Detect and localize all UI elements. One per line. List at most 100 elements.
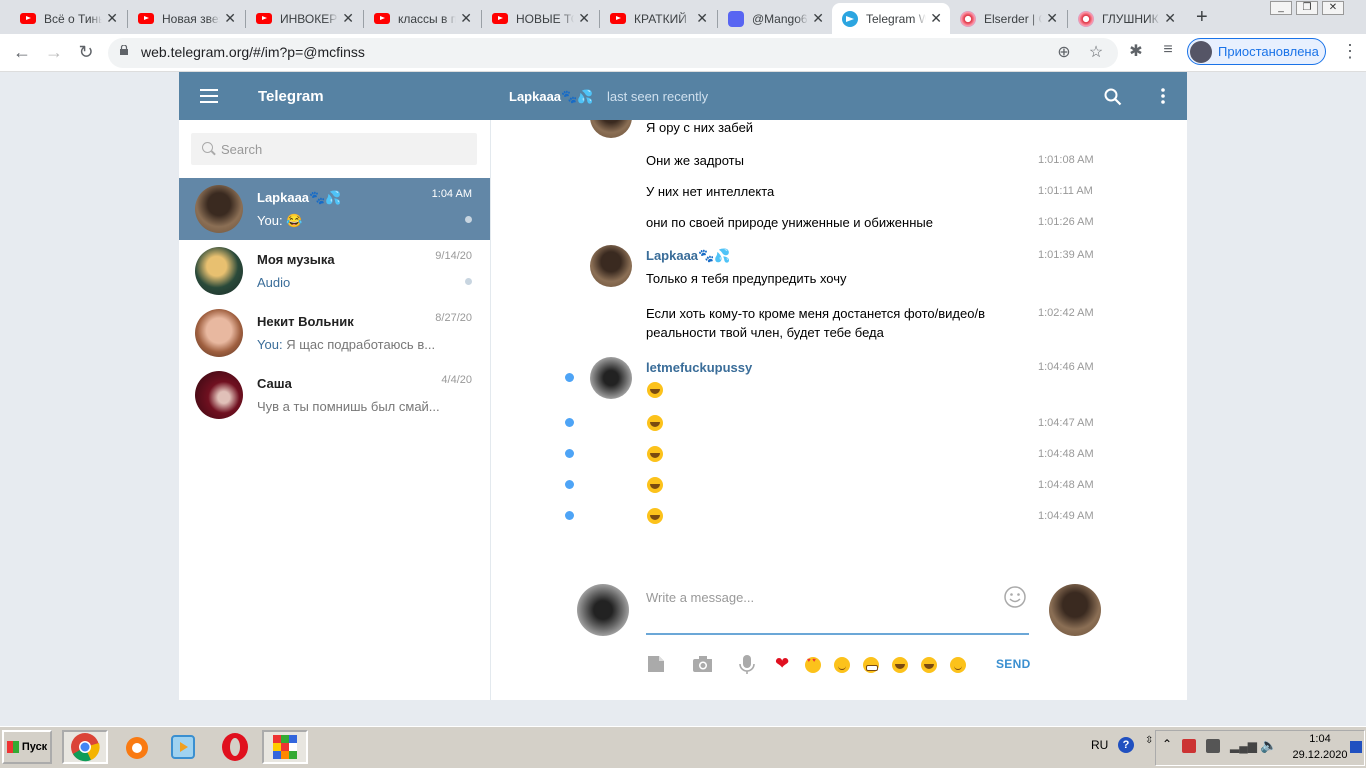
- dialog-item[interactable]: Lapkaaa🐾💦 1:04 AM You: 😂: [179, 178, 490, 240]
- kiss-emoji-button[interactable]: [834, 656, 850, 673]
- safely-remove-icon[interactable]: [1206, 739, 1220, 753]
- close-tab-icon[interactable]: ✕: [106, 10, 118, 27]
- avatar: [195, 185, 243, 233]
- notification-icon[interactable]: [1350, 741, 1362, 753]
- close-tab-icon[interactable]: ✕: [578, 10, 590, 27]
- message-time: 1:04:47 AM: [1038, 417, 1094, 429]
- laughing-emoji: [647, 445, 663, 462]
- microphone-icon[interactable]: [738, 654, 758, 674]
- close-tab-icon[interactable]: ✕: [1164, 10, 1176, 27]
- my-avatar[interactable]: [577, 584, 629, 636]
- close-tab-icon[interactable]: ✕: [1046, 10, 1058, 27]
- bookmark-star-icon[interactable]: ☆: [1084, 42, 1108, 62]
- chrome-taskbar-app[interactable]: [62, 730, 108, 764]
- close-tab-icon[interactable]: ✕: [460, 10, 472, 27]
- dialog-item[interactable]: Некит Вольник 8/27/20 You: Я щас подрабо…: [179, 302, 490, 364]
- minimize-button[interactable]: _: [1270, 1, 1292, 15]
- browser-tab[interactable]: Elserder | C ✕: [950, 3, 1066, 34]
- zoom-icon[interactable]: ⊕: [1052, 42, 1076, 62]
- message-avatar[interactable]: [590, 357, 632, 399]
- blush-emoji-button[interactable]: [950, 656, 966, 673]
- network-error-icon[interactable]: [1182, 739, 1196, 753]
- back-icon[interactable]: ←: [10, 42, 34, 63]
- unread-dot: [565, 480, 574, 489]
- laughing-emoji-button[interactable]: [921, 656, 937, 673]
- more-options-icon[interactable]: [1161, 88, 1165, 104]
- dialog-date: 8/27/20: [435, 312, 472, 324]
- media-player-icon: [171, 735, 195, 759]
- message-text: они по своей природе униженные и обиженн…: [646, 215, 933, 230]
- browser-tab[interactable]: ГЛУШНИК ✕: [1068, 3, 1184, 34]
- maximize-button[interactable]: ❐: [1296, 1, 1318, 15]
- app-title: Telegram: [258, 88, 324, 105]
- dialog-date: 1:04 AM: [431, 188, 472, 200]
- send-button[interactable]: SEND: [996, 657, 1031, 671]
- forward-icon[interactable]: →: [42, 42, 66, 63]
- media-player-taskbar-app[interactable]: [160, 730, 206, 764]
- attach-file-icon[interactable]: [646, 654, 666, 674]
- volume-icon[interactable]: 🔈: [1260, 737, 1277, 754]
- browser-toolbar: ← → ↻ web.telegram.org/#/im?p=@mcfinss ⊕…: [0, 34, 1366, 72]
- sweat-smile-emoji-button[interactable]: [892, 656, 908, 673]
- close-window-button[interactable]: ✕: [1322, 1, 1344, 15]
- close-tab-icon[interactable]: ✕: [812, 10, 824, 27]
- peer-name[interactable]: Lapkaaa🐾💦: [509, 89, 593, 105]
- extensions-icon[interactable]: ✱: [1124, 41, 1148, 61]
- browser-tab[interactable]: Новая звезда✕: [128, 3, 244, 34]
- hamburger-menu-icon[interactable]: [200, 89, 218, 103]
- avast-taskbar-app[interactable]: [114, 730, 160, 764]
- dialog-name: Некит Вольник: [257, 314, 354, 329]
- browser-menu-icon[interactable]: ⋮: [1338, 41, 1362, 62]
- search-icon[interactable]: [1104, 88, 1122, 106]
- search-input[interactable]: Search: [191, 133, 477, 165]
- message-input[interactable]: [646, 585, 986, 609]
- desktop-toggle-icon[interactable]: ⇳: [1145, 735, 1153, 746]
- signal-icon[interactable]: ▂▄▆: [1230, 739, 1257, 753]
- close-tab-icon[interactable]: ✕: [930, 10, 942, 27]
- message-time: 1:04:48 AM: [1038, 479, 1094, 491]
- close-tab-icon[interactable]: ✕: [224, 10, 236, 27]
- profile-button[interactable]: Приостановлена: [1187, 38, 1326, 65]
- avatar: [195, 247, 243, 295]
- camera-icon[interactable]: [692, 654, 712, 674]
- close-tab-icon[interactable]: ✕: [696, 10, 708, 27]
- message-avatar[interactable]: [590, 245, 632, 287]
- clock-time[interactable]: 1:04: [1290, 733, 1350, 745]
- reload-icon[interactable]: ↻: [74, 42, 98, 63]
- dialog-item[interactable]: Моя музыка 9/14/20 Audio: [179, 240, 490, 302]
- browser-tab[interactable]: КРАТКИЙ ✕: [600, 3, 716, 34]
- message-time: 1:04:49 AM: [1038, 510, 1094, 522]
- browser-tab-strip: Всё о Тинькофф✕ Новая звезда✕ ИНВОКЕР Б✕…: [0, 0, 1366, 34]
- game-taskbar-app[interactable]: [262, 730, 308, 764]
- help-icon[interactable]: ?: [1118, 737, 1134, 753]
- language-indicator[interactable]: RU: [1091, 738, 1108, 752]
- message-author[interactable]: letmefuckupussy: [646, 360, 752, 375]
- new-tab-button[interactable]: +: [1196, 6, 1208, 29]
- media-control-icon[interactable]: ≡: [1156, 41, 1180, 59]
- dialogs-panel: Search Lapkaaa🐾💦 1:04 AM You: 😂 Моя музы…: [179, 120, 491, 700]
- peer-avatar[interactable]: [1049, 584, 1101, 636]
- message-time: 1:01:26 AM: [1038, 216, 1094, 228]
- message-author[interactable]: Lapkaaa🐾💦: [646, 248, 730, 264]
- browser-tab[interactable]: классы в п ✕: [364, 3, 480, 34]
- heart-eyes-emoji-button[interactable]: [805, 656, 821, 673]
- clock-date[interactable]: 29.12.2020: [1290, 749, 1350, 761]
- emoji-picker-icon[interactable]: [1003, 585, 1027, 609]
- message-time: 1:01:08 AM: [1038, 154, 1094, 166]
- url-text[interactable]: web.telegram.org/#/im?p=@mcfinss: [141, 44, 365, 60]
- unread-dot: [565, 373, 574, 382]
- browser-tab[interactable]: НОВЫЕ ТО ✕: [482, 3, 598, 34]
- opera-taskbar-app[interactable]: [212, 730, 258, 764]
- browser-tab-active[interactable]: Telegram W ✕: [832, 3, 950, 34]
- dialog-item[interactable]: Саша 4/4/20 Чув а ты помнишь был смай...: [179, 364, 490, 426]
- message-text: Только я тебя предупредить хочу: [646, 271, 847, 286]
- dialog-preview: Audio: [257, 275, 291, 290]
- heart-emoji-button[interactable]: [775, 654, 792, 674]
- close-tab-icon[interactable]: ✕: [342, 10, 354, 27]
- browser-tab[interactable]: @Mango69 ✕: [718, 3, 832, 34]
- grin-emoji-button[interactable]: [863, 656, 879, 673]
- browser-tab[interactable]: ИНВОКЕР Б✕: [246, 3, 362, 34]
- tray-expand-icon[interactable]: ⌃: [1162, 737, 1172, 751]
- browser-tab[interactable]: Всё о Тинькофф✕: [10, 3, 126, 34]
- start-button[interactable]: Пуск: [2, 730, 52, 764]
